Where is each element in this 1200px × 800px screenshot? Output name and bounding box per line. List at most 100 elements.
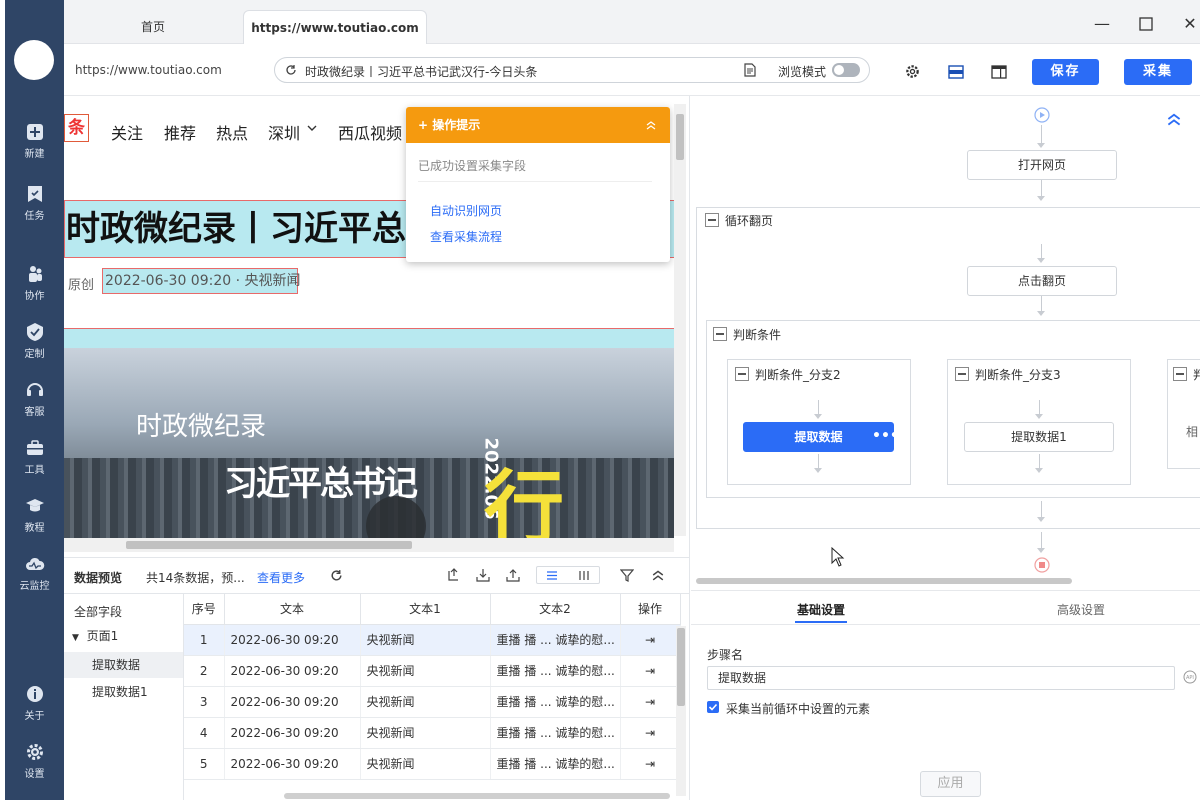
column-view-icon[interactable] <box>577 570 591 581</box>
article-photo[interactable]: 时政微纪录 习近平总书记 2022.06 行 <box>64 348 674 538</box>
sidebar-item-tasks[interactable]: 任务 <box>5 184 64 234</box>
tree-page1[interactable]: ▼ 页面1 <box>64 623 184 649</box>
sidebar-item-settings[interactable]: 设置 <box>5 742 64 792</box>
table-row[interactable]: 3 2022-06-30 09:20 央视新闻 重播 播 ... 诚挚的慰...… <box>184 686 681 718</box>
site-logo[interactable]: 条 <box>64 114 89 142</box>
layout-panel-icon[interactable] <box>948 65 964 79</box>
row-action-icon[interactable]: ⇥ <box>620 748 681 780</box>
nav-xigua[interactable]: 西瓜视频 <box>338 120 402 144</box>
tab-advanced-settings[interactable]: 高级设置 <box>1057 601 1105 618</box>
window-mode-icon[interactable] <box>991 65 1007 79</box>
collapse-icon[interactable] <box>646 120 656 130</box>
sidebar-item-new[interactable]: 新建 <box>5 122 64 172</box>
sidebar-item-tools[interactable]: 工具 <box>5 438 64 488</box>
web-horizontal-scrollbar[interactable] <box>64 538 674 552</box>
nav-hot[interactable]: 热点 <box>216 120 248 144</box>
tree-all-fields[interactable]: 全部字段 <box>64 599 184 625</box>
tab-home[interactable]: 首页 <box>64 10 242 44</box>
minimize-icon[interactable]: — <box>1092 14 1112 34</box>
collapse-branch-partial-icon[interactable] <box>1173 367 1187 381</box>
web-vertical-scrollbar[interactable] <box>674 104 686 536</box>
left-sidebar: 新建 任务 协作 定制 客服 工具 教程 云监控 关于 设置 <box>5 0 64 800</box>
sidebar-item-tutorial[interactable]: 教程 <box>5 496 64 546</box>
col-text2[interactable]: 文本2 <box>490 594 621 625</box>
avatar[interactable] <box>14 40 54 80</box>
tree-extract-data[interactable]: 提取数据 <box>64 652 184 678</box>
col-text[interactable]: 文本 <box>224 594 361 625</box>
field-tree: 全部字段 ▼ 页面1 提取数据 提取数据1 <box>64 593 184 800</box>
document-icon[interactable] <box>743 63 757 77</box>
node-click-page[interactable]: 点击翻页 <box>967 266 1117 296</box>
settings-panel: 基础设置 高级设置 步骤名 提取数据 API 采集当前循环中设置的元素 应用 <box>691 590 1200 800</box>
table-vertical-scrollbar[interactable] <box>676 626 686 796</box>
list-view-icon[interactable] <box>545 570 559 581</box>
sidebar-item-cloud-monitor[interactable]: 云监控 <box>5 554 64 604</box>
auto-detect-link[interactable]: 自动识别网页 <box>430 202 502 219</box>
row-action-icon[interactable]: ⇥ <box>620 686 681 718</box>
close-icon[interactable]: ✕ <box>1180 14 1200 34</box>
nav-recommend[interactable]: 推荐 <box>164 120 196 144</box>
collapse-loop-icon[interactable] <box>705 213 719 227</box>
step-name-input[interactable]: 提取数据 <box>707 666 1175 690</box>
stop-end-icon[interactable] <box>1034 557 1050 573</box>
browse-mode-toggle[interactable] <box>832 63 860 77</box>
node-open-page[interactable]: 打开网页 <box>967 150 1117 180</box>
col-no[interactable]: 序号 <box>184 594 225 625</box>
row-action-icon[interactable]: ⇥ <box>620 717 681 749</box>
save-button[interactable]: 保存 <box>1032 59 1099 85</box>
download-icon[interactable] <box>476 568 490 582</box>
refresh-icon[interactable] <box>330 569 343 582</box>
chevron-down-icon[interactable] <box>307 125 317 133</box>
table-row[interactable]: 4 2022-06-30 09:20 央视新闻 重播 播 ... 诚挚的慰...… <box>184 717 681 749</box>
play-start-icon[interactable] <box>1034 107 1050 123</box>
flow-designer: 打开网页 循环翻页 点击翻页 判断条件 判断条件_分支2 提取数据 ••• 判断条… <box>691 96 1200 590</box>
settings-gear-icon[interactable] <box>905 64 920 79</box>
tree-extract-data1[interactable]: 提取数据1 <box>64 679 184 705</box>
plus-icon <box>26 124 43 140</box>
maximize-icon[interactable] <box>1136 14 1156 34</box>
tab-basic-settings[interactable]: 基础设置 <box>797 601 845 618</box>
col-text1[interactable]: 文本1 <box>360 594 491 625</box>
row-action-icon[interactable]: ⇥ <box>620 624 681 656</box>
collapse-icon[interactable] <box>652 569 664 581</box>
collapse-all-icon[interactable] <box>1167 112 1181 126</box>
table-row[interactable]: 2 2022-06-30 09:20 央视新闻 重播 播 ... 诚挚的慰...… <box>184 655 681 687</box>
caret-down-icon: ▼ <box>72 633 79 643</box>
loop-label: 循环翻页 <box>725 214 774 228</box>
collect-loop-checkbox[interactable] <box>707 701 719 713</box>
flow-horizontal-scrollbar[interactable] <box>696 578 1072 584</box>
collapse-condition-icon[interactable] <box>713 327 727 341</box>
more-options-icon[interactable]: ••• <box>872 422 899 450</box>
refresh-icon[interactable] <box>285 64 297 76</box>
export-icon[interactable] <box>447 568 460 582</box>
table-row[interactable]: 5 2022-06-30 09:20 央视新闻 重播 播 ... 诚挚的慰...… <box>184 748 681 780</box>
table-row[interactable]: 1 2022-06-30 09:20 央视新闻 重播 播 ... 诚挚的慰...… <box>184 624 681 656</box>
collapse-branch3-icon[interactable] <box>955 367 969 381</box>
table-horizontal-scrollbar[interactable] <box>284 793 670 799</box>
nav-follow[interactable]: 关注 <box>111 120 143 144</box>
upload-icon[interactable] <box>506 568 520 582</box>
sidebar-item-service[interactable]: 客服 <box>5 380 64 430</box>
sidebar-item-about[interactable]: 关于 <box>5 684 64 734</box>
preview-title: 数据预览 <box>74 571 123 585</box>
collapse-branch2-icon[interactable] <box>735 367 749 381</box>
sidebar-item-collab[interactable]: 协作 <box>5 264 64 314</box>
view-more-link[interactable]: 查看更多 <box>257 569 305 586</box>
graduation-icon <box>25 499 44 512</box>
collect-button[interactable]: 采集 <box>1124 59 1192 85</box>
tab-toutiao[interactable]: https://www.toutiao.com <box>243 10 427 44</box>
article-meta[interactable]: 2022-06-30 09:20 · 央视新闻 <box>102 268 301 294</box>
branch-partial-text: 相 <box>1186 425 1199 439</box>
apply-button[interactable]: 应用 <box>920 771 981 797</box>
row-action-icon[interactable]: ⇥ <box>620 655 681 687</box>
node-extract-data1[interactable]: 提取数据1 <box>964 422 1114 452</box>
view-flow-link[interactable]: 查看采集流程 <box>430 228 502 245</box>
sidebar-item-custom[interactable]: 定制 <box>5 322 64 372</box>
nav-shenzhen[interactable]: 深圳 <box>268 120 300 144</box>
page-title: 时政微纪录丨习近平总书记武汉行-今日头条 <box>305 65 538 79</box>
url-input[interactable]: 时政微纪录丨习近平总书记武汉行-今日头条 浏览模式 <box>274 57 870 83</box>
api-icon[interactable]: API <box>1183 670 1197 684</box>
node-extract-data[interactable]: 提取数据 ••• <box>743 422 899 452</box>
col-action[interactable]: 操作 <box>620 594 681 625</box>
filter-icon[interactable] <box>620 568 634 582</box>
